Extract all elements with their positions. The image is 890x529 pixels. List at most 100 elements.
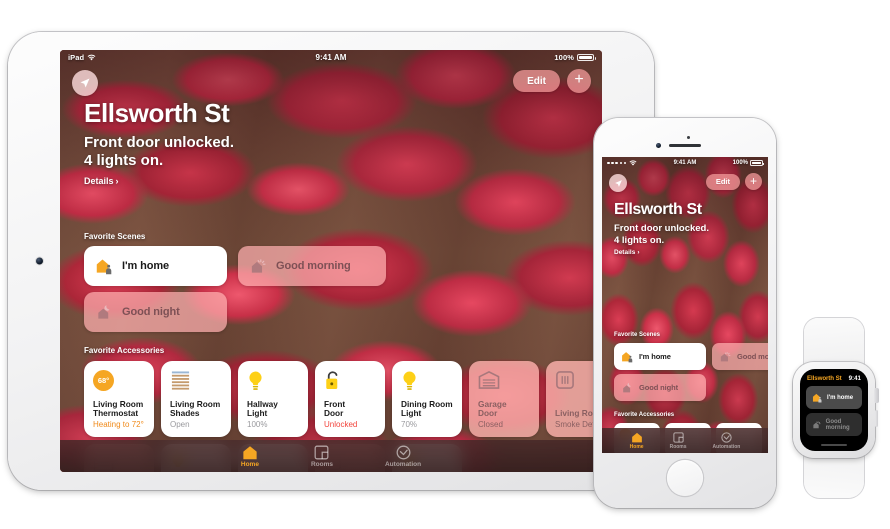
scene-label: Good night bbox=[639, 383, 678, 392]
home-icon bbox=[631, 432, 642, 442]
favorite-accessories-label: Favorite Accessories bbox=[84, 346, 165, 355]
tab-label: Home bbox=[240, 460, 259, 468]
ipad-tab-bar: Home Rooms Automation bbox=[60, 440, 602, 472]
tab-rooms[interactable]: Rooms bbox=[311, 445, 333, 468]
home-sun-icon bbox=[251, 258, 266, 273]
details-link[interactable]: Details › bbox=[614, 249, 640, 256]
watch-scene-label: I'm home bbox=[827, 394, 854, 401]
accessory-status: Open bbox=[170, 419, 190, 429]
ipad-status-bar: iPad 9:41 AM 100% bbox=[60, 50, 602, 65]
iphone-front-camera-icon bbox=[656, 143, 661, 148]
accessory-name: Garage Door bbox=[478, 398, 507, 419]
location-arrow-icon bbox=[80, 78, 90, 88]
iphone-proximity-sensor-icon bbox=[687, 136, 691, 140]
home-sun-icon bbox=[720, 351, 731, 361]
apple-watch-device: Ellsworth St 9:41 I'm home Good morning bbox=[790, 318, 879, 498]
accessory-icon-wrap bbox=[478, 370, 531, 396]
iphone-status-bar: 9:41 AM 100% bbox=[602, 157, 768, 169]
accessory-icon-wrap bbox=[170, 370, 223, 396]
iphone-earpiece-speaker bbox=[669, 144, 701, 148]
watch-body: Ellsworth St 9:41 I'm home Good morning bbox=[793, 362, 879, 458]
home-moon-icon bbox=[623, 382, 631, 392]
accessory-icon-wrap bbox=[247, 370, 300, 396]
iphone-tab-bar: Home Rooms Automation bbox=[602, 428, 768, 453]
rooms-icon bbox=[315, 445, 329, 459]
accessory-dining-room-light[interactable]: Dining Room Light 70% bbox=[392, 361, 462, 437]
unlocked-padlock-icon bbox=[326, 371, 338, 390]
tab-rooms[interactable]: Rooms bbox=[670, 431, 687, 450]
home-person-icon bbox=[812, 393, 822, 403]
watch-scene-good-morning[interactable]: Good morning bbox=[806, 413, 862, 436]
home-subtitle-line2: 4 lights on. bbox=[84, 152, 164, 170]
tab-automation[interactable]: Automation bbox=[713, 431, 740, 450]
home-title: Ellsworth St bbox=[84, 98, 230, 128]
home-moon-icon bbox=[98, 304, 110, 319]
tab-home[interactable]: Home bbox=[630, 432, 644, 450]
iphone-home-button[interactable] bbox=[667, 460, 703, 496]
home-subtitle: Front door unlocked. 4 lights on. bbox=[614, 223, 709, 246]
watch-page-indicator bbox=[821, 443, 847, 446]
accessory-living-room-shades[interactable]: Living Room Shades Open bbox=[161, 361, 231, 437]
home-subtitle-line2: 4 lights on. bbox=[614, 234, 665, 246]
home-title: Ellsworth St bbox=[614, 201, 702, 218]
accessory-status: 100% bbox=[247, 419, 268, 429]
ipad-screen: iPad 9:41 AM 100% Edit + Ellsworth St Fr… bbox=[60, 50, 602, 472]
automation-icon bbox=[721, 431, 732, 443]
rooms-icon bbox=[672, 431, 684, 443]
accessory-name: Living Room Shades bbox=[170, 398, 221, 419]
header-actions: Edit + bbox=[705, 173, 762, 190]
scene-im-home[interactable]: I'm home bbox=[84, 246, 227, 286]
bulb-icon bbox=[403, 371, 416, 390]
battery-icon bbox=[750, 160, 765, 166]
watch-scene-label: Good morning bbox=[825, 418, 850, 431]
location-button[interactable] bbox=[609, 174, 627, 192]
details-link[interactable]: Details › bbox=[84, 176, 119, 186]
add-button[interactable]: + bbox=[745, 173, 762, 190]
location-arrow-icon bbox=[614, 179, 622, 187]
edit-button[interactable]: Edit bbox=[513, 70, 560, 92]
accessory-front-door[interactable]: Front Door Unlocked bbox=[315, 361, 385, 437]
favorite-scenes-label: Favorite Scenes bbox=[84, 232, 146, 241]
details-label: Details bbox=[614, 249, 636, 256]
scene-good-morning[interactable]: Good mo bbox=[712, 343, 768, 370]
add-button[interactable]: + bbox=[567, 69, 591, 93]
accessory-living-room-thermostat[interactable]: 68° Living Room Thermostat Heating to 72… bbox=[84, 361, 154, 437]
accessory-name: Hallway Light bbox=[247, 398, 278, 419]
digital-crown-icon[interactable] bbox=[874, 388, 879, 403]
home-subtitle-line1: Front door unlocked. bbox=[614, 223, 709, 234]
accessory-name: Dining Room Light bbox=[401, 398, 453, 419]
watch-time: 9:41 bbox=[848, 375, 861, 382]
chevron-right-icon: › bbox=[115, 176, 119, 186]
accessory-status: Closed bbox=[478, 419, 503, 429]
tab-home[interactable]: Home bbox=[241, 445, 259, 468]
location-button[interactable] bbox=[72, 70, 98, 96]
accessory-icon-wrap bbox=[401, 370, 454, 396]
tab-label: Home bbox=[629, 443, 644, 450]
thermostat-icon: 68° bbox=[93, 370, 114, 391]
tab-automation[interactable]: Automation bbox=[385, 445, 421, 468]
home-icon bbox=[243, 445, 257, 459]
scene-label: I'm home bbox=[122, 260, 170, 272]
home-person-icon bbox=[96, 259, 112, 274]
accessory-hallway-light[interactable]: Hallway Light 100% bbox=[238, 361, 308, 437]
blinds-icon bbox=[171, 371, 190, 390]
accessory-garage-door[interactable]: Garage Door Closed bbox=[469, 361, 539, 437]
accessory-status: 70% bbox=[401, 419, 418, 429]
watch-side-button[interactable] bbox=[874, 410, 878, 427]
watch-scene-im-home[interactable]: I'm home bbox=[806, 386, 862, 409]
iphone-screen: 9:41 AM 100% Edit + Ellsworth St Front d… bbox=[602, 157, 768, 453]
status-time: 9:41 AM bbox=[673, 160, 697, 166]
scene-good-night[interactable]: Good night bbox=[84, 292, 227, 332]
accessory-name: Living Room Thermostat bbox=[93, 398, 144, 419]
garage-door-icon bbox=[478, 370, 500, 389]
automation-icon bbox=[396, 445, 410, 459]
scene-good-morning[interactable]: Good morning bbox=[238, 246, 386, 286]
edit-button[interactable]: Edit bbox=[705, 173, 740, 190]
scene-im-home[interactable]: I'm home bbox=[614, 343, 706, 370]
scene-good-night[interactable]: Good night bbox=[614, 374, 706, 401]
scene-label: I'm home bbox=[639, 352, 671, 361]
home-subtitle: Front door unlocked. 4 lights on. bbox=[84, 134, 234, 171]
header-actions: Edit + bbox=[513, 69, 591, 93]
chevron-right-icon: › bbox=[637, 249, 640, 256]
screenshot-root: iPad 9:41 AM 100% Edit + Ellsworth St Fr… bbox=[0, 0, 890, 529]
